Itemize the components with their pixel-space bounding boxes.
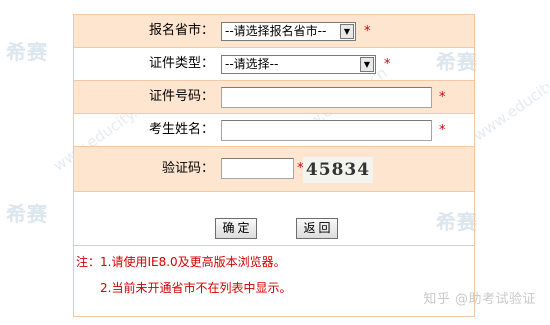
button-bar: 确定 返回 (74, 212, 474, 244)
province-select[interactable]: --请选择报名省市-- ▼ (221, 22, 356, 41)
watermark-credit: 知乎 @助考试验证 (423, 292, 536, 307)
confirm-button[interactable]: 确定 (215, 218, 257, 239)
cert-no-row: 证件号码： * (74, 81, 474, 114)
required-mark: * (364, 24, 371, 39)
province-label: 报名省市： (148, 23, 214, 38)
name-label: 考生姓名： (148, 122, 214, 137)
province-select-value: --请选择报名省市-- (225, 24, 327, 38)
divider (74, 191, 474, 192)
captcha-label: 验证码： (161, 161, 214, 176)
divider (74, 245, 474, 246)
required-mark: * (439, 123, 446, 138)
cert-type-select[interactable]: --请选择-- ▼ (221, 55, 376, 74)
chevron-down-icon[interactable]: ▼ (340, 24, 354, 39)
captcha-code: 45834 (305, 160, 371, 180)
province-row: 报名省市： --请选择报名省市-- ▼ * (74, 15, 474, 48)
watermark-brand: 希赛 (6, 202, 48, 226)
cert-type-label: 证件类型： (148, 56, 214, 71)
query-form: 报名省市： --请选择报名省市-- ▼ * 证件类型： --请选择-- ▼ * … (73, 14, 475, 317)
captcha-row: 验证码： * 45834 (74, 147, 474, 191)
watermark-brand: 希赛 (6, 40, 48, 64)
name-row: 考生姓名： * (74, 114, 474, 147)
cert-type-select-value: --请选择-- (225, 57, 279, 71)
note-2: 2.当前未开通省市不在列表中显示。 (100, 281, 292, 295)
required-mark: * (439, 90, 446, 105)
chevron-down-icon[interactable]: ▼ (360, 57, 374, 72)
back-button[interactable]: 返回 (296, 218, 338, 239)
cert-no-label: 证件号码： (148, 89, 214, 104)
required-mark: * (384, 57, 391, 72)
cert-no-input[interactable] (221, 87, 432, 108)
watermark-url: www.educity.cn (470, 63, 550, 145)
note-1: 1.请使用IE8.0及更高版本浏览器。 (100, 255, 286, 269)
cert-type-row: 证件类型： --请选择-- ▼ * (74, 48, 474, 81)
captcha-input[interactable] (221, 158, 294, 179)
notes-prefix: 注： (76, 255, 101, 269)
captcha-image[interactable]: 45834 (303, 157, 373, 183)
name-input[interactable] (221, 120, 432, 141)
